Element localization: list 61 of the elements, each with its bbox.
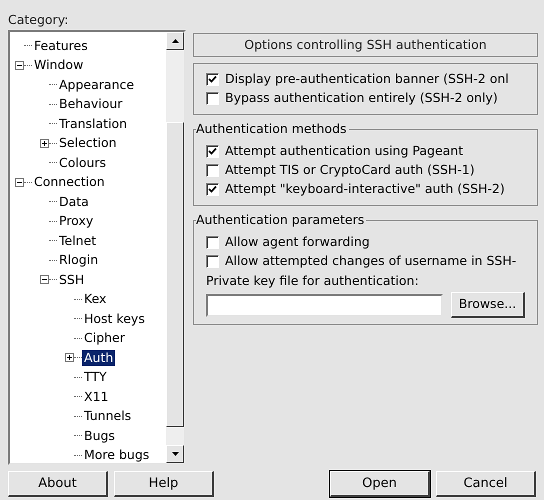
browse-button[interactable]: Browse...: [450, 292, 525, 318]
tree-item[interactable]: Appearance: [57, 76, 136, 93]
tree-item[interactable]: Proxy: [57, 213, 96, 230]
panel-title: Options controlling SSH authentication: [193, 33, 538, 57]
option-label[interactable]: Allow agent forwarding: [225, 233, 370, 252]
tree-item[interactable]: Translation: [57, 116, 130, 132]
option-label[interactable]: Attempt TIS or CryptoCard auth (SSH-1): [225, 161, 475, 180]
checkmark-icon: [208, 185, 217, 194]
group-title: Authentication parameters: [196, 212, 366, 228]
tree-item[interactable]: TTY: [82, 369, 109, 386]
tree-item[interactable]: Window: [32, 57, 86, 74]
up-arrow-icon: [172, 39, 178, 43]
category-label: Category:: [8, 11, 70, 29]
tree-item[interactable]: Kex: [82, 291, 108, 308]
checkbox[interactable]: [206, 255, 219, 268]
dialog-button[interactable]: Open: [330, 471, 430, 497]
tree-item[interactable]: Connection: [32, 174, 107, 190]
scroll-thumb[interactable]: [166, 122, 184, 427]
checkbox[interactable]: [206, 73, 219, 86]
tree-item[interactable]: Colours: [57, 154, 108, 171]
expand-icon[interactable]: [64, 353, 74, 362]
scroll-down-button[interactable]: [166, 445, 184, 463]
collapse-icon[interactable]: [14, 60, 24, 70]
input-field[interactable]: [206, 294, 443, 316]
option-label[interactable]: Allow attempted changes of username in SSH-: [225, 252, 516, 271]
checkmark-icon: [208, 147, 217, 156]
field-label: Private key file for authentication:: [206, 272, 420, 290]
tree-item[interactable]: Cipher: [82, 330, 127, 346]
tree-item[interactable]: Features: [32, 38, 90, 54]
tree-item[interactable]: More bugs: [82, 447, 152, 463]
checkbox[interactable]: [206, 92, 219, 105]
dialog-button[interactable]: Cancel: [436, 471, 536, 497]
option-label[interactable]: Attempt "keyboard-interactive" auth (SSH-2): [225, 180, 505, 199]
scroll-up-button[interactable]: [166, 32, 184, 50]
tree-item[interactable]: Tunnels: [82, 408, 134, 424]
checkbox[interactable]: [206, 164, 219, 177]
tree-item[interactable]: Selection: [57, 135, 119, 152]
checkbox[interactable]: [206, 236, 219, 249]
checkbox[interactable]: [206, 183, 219, 196]
tree-item[interactable]: Telnet: [57, 232, 98, 249]
collapse-icon[interactable]: [14, 178, 24, 187]
tree-item[interactable]: X11: [82, 388, 110, 405]
tree-item[interactable]: Behaviour: [57, 96, 124, 112]
checkmark-icon: [208, 75, 217, 84]
tree-item[interactable]: Auth: [82, 350, 116, 366]
tree-item[interactable]: Rlogin: [57, 252, 100, 268]
option-label[interactable]: Attempt authentication using Pageant: [225, 142, 464, 161]
tree-item[interactable]: Host keys: [82, 310, 147, 327]
collapse-icon[interactable]: [40, 275, 48, 284]
option-label[interactable]: Bypass authentication entirely (SSH-2 only): [225, 89, 498, 108]
tree-item[interactable]: Bugs: [82, 428, 117, 444]
checkbox[interactable]: [206, 145, 219, 158]
tree-item[interactable]: SSH: [57, 272, 86, 288]
tree-item[interactable]: Data: [57, 194, 91, 210]
scrollbar[interactable]: [166, 32, 184, 463]
dialog-button[interactable]: About: [8, 471, 108, 497]
dialog-button[interactable]: Help: [114, 471, 214, 497]
category-tree[interactable]: Features Window Appearance Behaviour Translation Selection Colours Connection Data Proxy Telnet Rlogin SSH Kex Host keys Cipher Auth TTY X11 Tunnels Bugs More bugs: [8, 30, 186, 465]
option-label[interactable]: Display pre-authentication banner (SSH-2 onl: [225, 70, 509, 89]
expand-icon[interactable]: [40, 138, 48, 148]
down-arrow-icon: [172, 452, 178, 456]
